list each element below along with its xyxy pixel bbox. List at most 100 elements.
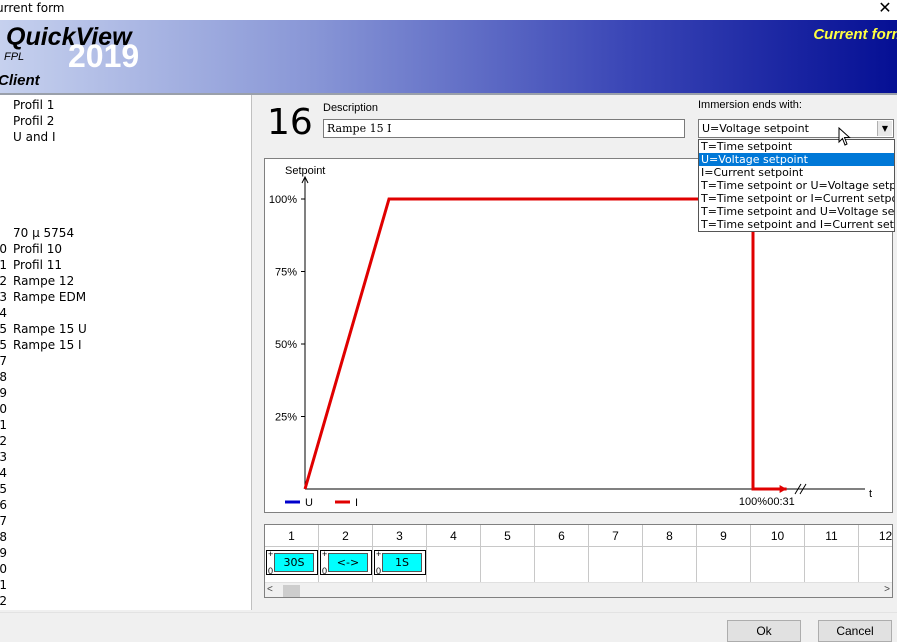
list-item[interactable]: 1 [0,417,251,433]
step-zero: 0 [376,566,382,576]
immersion-dropdown-list[interactable]: T=Time setpoint U=Voltage setpoint I=Curre… [698,139,895,232]
list-item[interactable]: 70 µ 5754 [0,225,251,241]
steps-grid[interactable]: 12 11 10 9 8 7 6 5 4 3 2 1 < > +0 30S +0 <-> +0 1S [264,524,893,598]
grid-column-header: 11 [805,525,858,547]
list-item[interactable]: 7 [0,353,251,369]
grid-column-header: 1 [265,525,318,547]
step-block[interactable]: +0 1S [374,549,426,576]
list-item-number: 4 [0,306,7,320]
list-item-name: Profil 2 [13,114,55,128]
grid-column[interactable]: 12 [859,525,892,583]
list-item-number: 2 [0,274,7,288]
scroll-left-icon[interactable]: < [267,584,273,595]
list-item[interactable]: U and I [0,129,251,145]
list-item[interactable]: 8 [0,529,251,545]
list-item[interactable]: 0 [0,401,251,417]
list-item-number: 3 [0,450,7,464]
dropdown-option[interactable]: T=Time setpoint [699,140,894,153]
chevron-down-icon[interactable]: ▼ [877,121,892,136]
list-item-name: Rampe EDM [13,290,87,304]
list-item-number: 7 [0,514,7,528]
list-item[interactable]: 0 [0,561,251,577]
list-item-number: 8 [0,370,7,384]
list-item[interactable]: 6 [0,497,251,513]
list-item[interactable]: 9 [0,545,251,561]
list-item[interactable]: Profil 2 [0,113,251,129]
grid-column[interactable]: 4 [427,525,481,583]
grid-column[interactable]: 11 [805,525,859,583]
list-item[interactable]: 1 Profil 11 [0,257,251,273]
list-item-number: 2 [0,434,7,448]
list-item[interactable]: Profil 1 [0,97,251,113]
grid-column[interactable]: 6 [535,525,589,583]
cancel-button[interactable]: Cancel [818,620,892,642]
list-item[interactable]: 2 [0,433,251,449]
step-label: 30S [274,553,314,572]
list-item[interactable]: 3 [0,449,251,465]
series-line-i [303,197,787,491]
horizontal-scrollbar[interactable]: < > [265,582,892,597]
list-item-name: Profil 10 [13,242,63,256]
list-item[interactable]: 9 [0,385,251,401]
dropdown-option[interactable]: I=Current setpoint [699,166,894,179]
legend-label: U [305,497,313,509]
list-item[interactable]: 5 Rampe 15 U [0,321,251,337]
list-item[interactable] [0,193,251,209]
list-item[interactable]: 2 Rampe 12 [0,273,251,289]
series-arrow-i [779,485,787,493]
close-icon[interactable]: ✕ [875,0,895,18]
step-block[interactable]: +0 30S [266,549,318,576]
scrollbar-thumb[interactable] [283,585,300,597]
list-item[interactable]: 7 [0,513,251,529]
list-item-name: U and I [13,130,56,144]
grid-column-header: 8 [643,525,696,547]
x-annotation-percent: 100% [739,496,767,508]
list-item[interactable]: 3 Rampe EDM [0,289,251,305]
step-block[interactable]: +0 <-> [320,549,372,576]
list-item[interactable] [0,209,251,225]
list-item[interactable]: 4 [0,465,251,481]
list-item[interactable]: 5 Rampe 15 I [0,337,251,353]
y-tick-label: 50% [275,339,297,351]
grid-column-header: 5 [481,525,534,547]
grid-column[interactable]: 8 [643,525,697,583]
list-item-name: 70 µ 5754 [13,226,75,240]
list-item[interactable]: 2 [0,593,251,609]
immersion-select[interactable]: U=Voltage setpoint ▼ [698,119,894,138]
profile-list[interactable]: Profil 1 Profil 2 U and I 70 µ 5754 0 Profil … [0,95,252,610]
list-item[interactable]: 1 [0,577,251,593]
dropdown-option[interactable]: T=Time setpoint and I=Current setpoint [699,218,894,231]
step-zero: 0 [268,566,274,576]
list-item[interactable]: 4 [0,305,251,321]
list-item[interactable] [0,161,251,177]
list-item[interactable] [0,145,251,161]
grid-column-header: 4 [427,525,480,547]
grid-column[interactable]: 7 [589,525,643,583]
legend-label: I [355,497,358,509]
ok-button[interactable]: Ok [727,620,801,642]
list-item-number: 9 [0,546,7,560]
list-item[interactable] [0,177,251,193]
immersion-label: Immersion ends with: [698,99,802,111]
list-item-number: 5 [0,322,7,336]
grid-column[interactable]: 9 [697,525,751,583]
list-item[interactable]: 8 [0,369,251,385]
dropdown-option[interactable]: T=Time setpoint or I=Current setpoint [699,192,894,205]
scroll-right-icon[interactable]: > [884,584,890,595]
grid-column[interactable]: 10 [751,525,805,583]
list-item-name: Profil 1 [13,98,55,112]
grid-column-header: 12 [859,525,892,547]
grid-column-header: 10 [751,525,804,547]
list-item-number: 1 [0,578,7,592]
description-input[interactable]: Rampe 15 I [323,119,685,138]
dropdown-option[interactable]: U=Voltage setpoint [699,153,894,166]
step-plus: + [376,549,382,559]
list-item[interactable]: 5 [0,481,251,497]
grid-column[interactable]: 5 [481,525,535,583]
list-item-number: 0 [0,242,7,256]
dropdown-option[interactable]: T=Time setpoint or U=Voltage setpoint [699,179,894,192]
grid-column-header: 2 [319,525,372,547]
dropdown-option[interactable]: T=Time setpoint and U=Voltage setpoint [699,205,894,218]
list-item[interactable]: 0 Profil 10 [0,241,251,257]
profile-number: 16 [267,102,313,143]
